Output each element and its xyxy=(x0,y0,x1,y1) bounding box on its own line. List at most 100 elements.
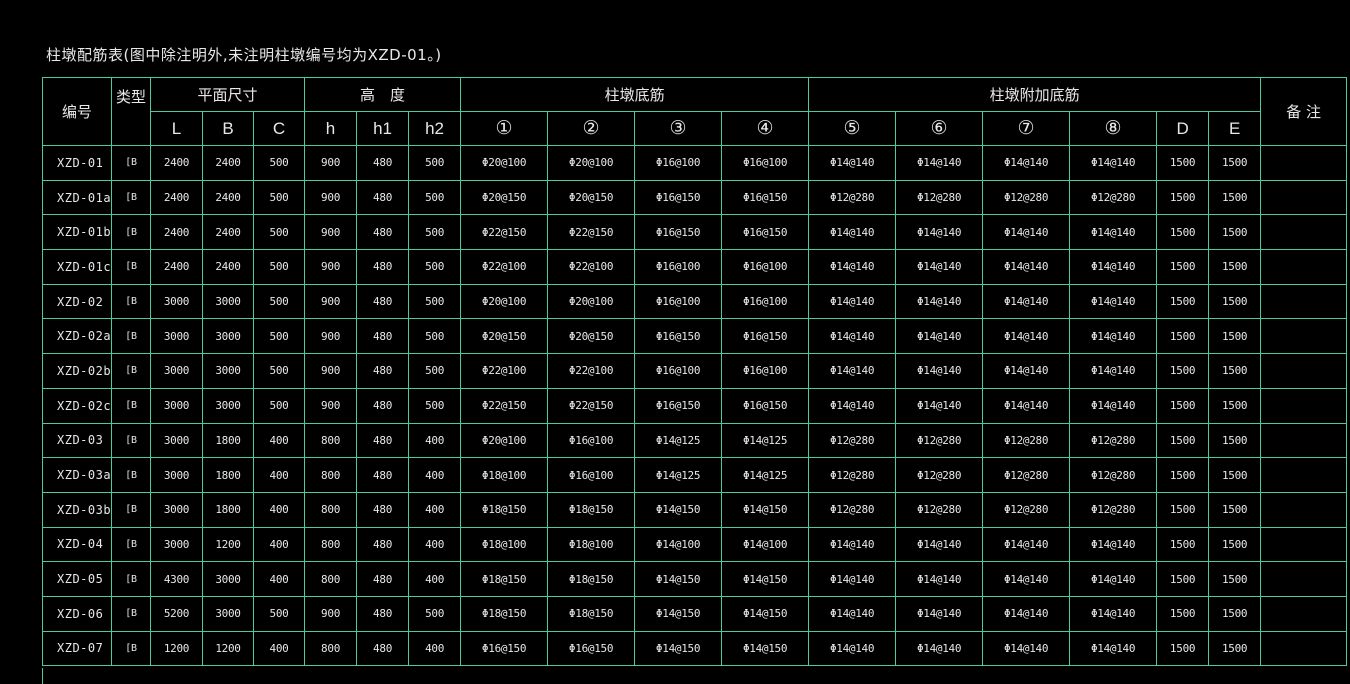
table-cell: 480 xyxy=(356,387,410,424)
header-bar-8: ⑧ xyxy=(1069,111,1158,146)
table-cell: 400 xyxy=(408,457,462,493)
table-cell: Φ14@140 xyxy=(1069,630,1158,667)
table-cell: Φ16@100 xyxy=(634,283,723,320)
table-cell: Φ22@150 xyxy=(547,214,636,251)
type-cell: [B xyxy=(111,249,151,285)
table-cell: 1500 xyxy=(1208,318,1262,355)
table-cell: 900 xyxy=(304,387,358,424)
table-cell: 500 xyxy=(408,387,462,424)
table-cell: Φ14@125 xyxy=(721,422,810,459)
table-cell: Φ14@140 xyxy=(808,387,897,424)
remark-cell xyxy=(1260,457,1348,493)
table-cell: Φ16@100 xyxy=(634,249,723,285)
pier-id-cell: XZD-04 xyxy=(42,526,112,563)
table-cell: Φ14@150 xyxy=(634,595,723,632)
table-row: XZD-01b [B 2400 2400 500 900 480 500 Φ22@150 Φ22@… xyxy=(42,214,1348,251)
table-row: XZD-01a [B 2400 2400 500 900 480 500 Φ20@150 Φ20@… xyxy=(42,179,1348,216)
table-cell: Φ16@100 xyxy=(547,457,636,493)
table-cell: Φ22@100 xyxy=(460,249,549,285)
table-cell: 1500 xyxy=(1208,145,1262,181)
table-cell: Φ20@150 xyxy=(460,179,549,216)
table-cell: 400 xyxy=(252,561,306,597)
table-cell: Φ22@150 xyxy=(547,387,636,424)
table-cell: 500 xyxy=(252,595,306,632)
table-cell: Φ14@140 xyxy=(895,387,984,424)
table-cell: Φ12@280 xyxy=(1069,457,1158,493)
table-row: XZD-03a [B 3000 1800 400 800 480 400 Φ18@100 Φ16@… xyxy=(42,457,1348,493)
table-cell: 1200 xyxy=(150,630,203,667)
table-cell: 1500 xyxy=(1208,249,1262,285)
table-cell: Φ12@280 xyxy=(982,491,1071,528)
table-cell: Φ16@100 xyxy=(634,353,723,389)
table-cell: Φ14@150 xyxy=(721,595,810,632)
table-cell: Φ14@140 xyxy=(1069,526,1158,563)
table-cell: Φ20@100 xyxy=(460,422,549,459)
pier-id-cell: XZD-06 xyxy=(42,595,112,632)
table-cell: 1500 xyxy=(1208,353,1262,389)
table-cell: 800 xyxy=(304,422,358,459)
table-cell: 1500 xyxy=(1156,457,1210,493)
table-cell: 900 xyxy=(304,318,358,355)
table-cell: 1500 xyxy=(1156,491,1210,528)
table-cell: Φ14@140 xyxy=(1069,318,1158,355)
table-cell: 900 xyxy=(304,249,358,285)
table-cell: 3000 xyxy=(202,283,254,320)
table-cell: 500 xyxy=(252,387,306,424)
type-cell: [B xyxy=(111,457,151,493)
table-cell: 400 xyxy=(408,422,462,459)
table-cell: Φ18@100 xyxy=(547,526,636,563)
table-cell: Φ14@140 xyxy=(982,145,1071,181)
table-cell: 480 xyxy=(356,318,410,355)
header-D: D xyxy=(1156,111,1210,146)
table-cell: Φ14@140 xyxy=(982,214,1071,251)
table-cell: Φ18@150 xyxy=(460,491,549,528)
table-cell: 1500 xyxy=(1208,179,1262,216)
table-cell: Φ22@100 xyxy=(547,249,636,285)
table-cell: 1500 xyxy=(1156,318,1210,355)
table-cell: Φ14@140 xyxy=(808,630,897,667)
remark-cell xyxy=(1260,249,1348,285)
table-cell: Φ22@100 xyxy=(547,353,636,389)
table-cell: Φ20@100 xyxy=(547,145,636,181)
table-cell: 3000 xyxy=(202,353,254,389)
table-cell: Φ16@150 xyxy=(721,214,810,251)
table-cell: 1500 xyxy=(1156,630,1210,667)
header-L: L xyxy=(150,111,203,146)
table-cell: Φ14@150 xyxy=(634,630,723,667)
table-cell: Φ16@150 xyxy=(634,318,723,355)
table-cell: 800 xyxy=(304,630,358,667)
table-cell: Φ14@150 xyxy=(721,630,810,667)
table-cell: 2400 xyxy=(202,179,254,216)
remark-cell xyxy=(1260,145,1348,181)
table-cell: 2400 xyxy=(150,214,203,251)
table-cell: 400 xyxy=(252,526,306,563)
table-cell: Φ14@140 xyxy=(895,526,984,563)
table-cell: Φ16@100 xyxy=(547,422,636,459)
table-continuation xyxy=(42,668,1347,684)
table-cell: 3000 xyxy=(150,387,203,424)
table-cell: Φ14@150 xyxy=(634,561,723,597)
pier-id-cell: XZD-02b xyxy=(42,353,112,389)
header-h1: h1 xyxy=(356,111,410,146)
table-cell: 4300 xyxy=(150,561,203,597)
header-plan-size: 平面尺寸 xyxy=(149,77,306,112)
table-cell: Φ20@150 xyxy=(547,318,636,355)
remark-cell xyxy=(1260,318,1348,355)
table-cell: 500 xyxy=(252,283,306,320)
table-row: XZD-04 [B 3000 1200 400 800 480 400 Φ18@100 Φ18@1… xyxy=(42,526,1348,563)
table-cell: 500 xyxy=(408,595,462,632)
table-cell: Φ14@140 xyxy=(982,353,1071,389)
table-cell: 1500 xyxy=(1156,249,1210,285)
table-cell: 2400 xyxy=(202,249,254,285)
table-cell: Φ16@150 xyxy=(634,214,723,251)
table-cell: 2400 xyxy=(150,179,203,216)
table-cell: Φ16@150 xyxy=(721,179,810,216)
table-cell: Φ14@140 xyxy=(982,526,1071,563)
table-cell: Φ20@150 xyxy=(547,179,636,216)
table-cell: Φ14@140 xyxy=(982,318,1071,355)
table-cell: Φ16@100 xyxy=(634,145,723,181)
table-cell: Φ14@140 xyxy=(808,561,897,597)
table-cell: 480 xyxy=(356,561,410,597)
table-cell: Φ14@140 xyxy=(982,595,1071,632)
table-cell: 480 xyxy=(356,457,410,493)
